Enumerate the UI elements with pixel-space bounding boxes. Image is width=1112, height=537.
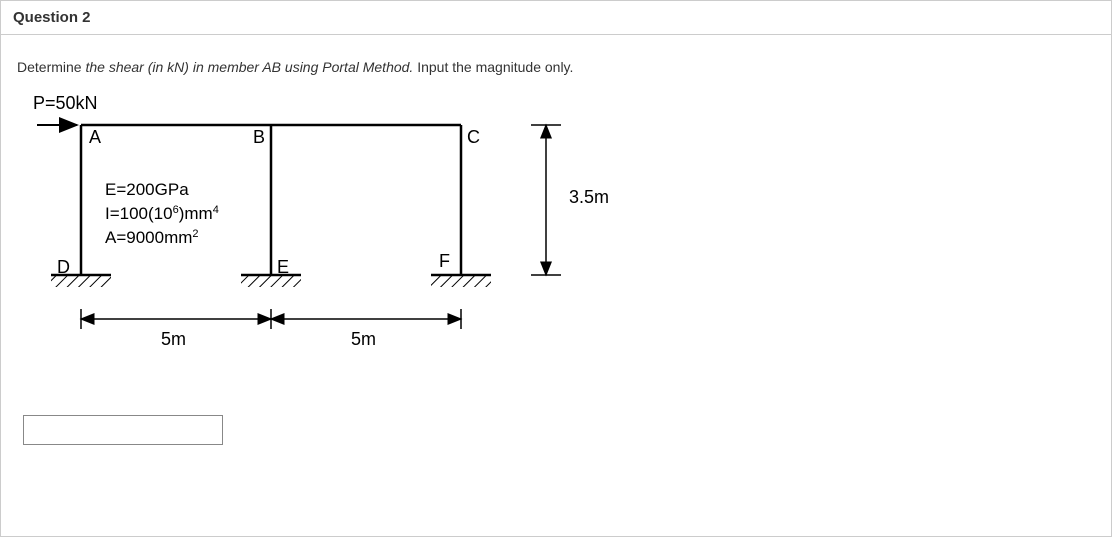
answer-row: [23, 415, 1095, 445]
node-e: E: [277, 257, 289, 277]
node-d: D: [57, 257, 70, 277]
dim-height: 3.5m: [569, 187, 609, 207]
answer-input[interactable]: [23, 415, 223, 445]
dim-span2: 5m: [351, 329, 376, 349]
prompt-emphasis: the shear (in kN) in member AB using Por…: [85, 59, 413, 75]
frame-members: [81, 125, 461, 275]
horizontal-dimensions: 5m 5m: [81, 309, 461, 349]
prompt-post: Input the magnitude only.: [413, 59, 573, 75]
supports: [51, 275, 491, 287]
node-labels: A B C D E F: [57, 127, 480, 277]
question-body: Determine the shear (in kN) in member AB…: [1, 35, 1111, 469]
node-c: C: [467, 127, 480, 147]
prop-a: A=9000mm2: [105, 228, 199, 247]
vertical-dimension: 3.5m: [531, 125, 609, 275]
applied-load: P=50kN: [33, 95, 98, 125]
question-container: Question 2 Determine the shear (in kN) i…: [0, 0, 1112, 537]
question-header: Question 2: [1, 1, 1111, 35]
question-title: Question 2: [13, 9, 91, 26]
dim-span1: 5m: [161, 329, 186, 349]
section-properties: E=200GPa I=100(106)mm4 A=9000mm2: [105, 180, 219, 247]
prop-i: I=100(106)mm4: [105, 204, 219, 223]
node-b: B: [253, 127, 265, 147]
prop-e: E=200GPa: [105, 180, 189, 199]
node-a: A: [89, 127, 101, 147]
question-prompt: Determine the shear (in kN) in member AB…: [17, 59, 1095, 75]
prompt-pre: Determine: [17, 59, 85, 75]
load-label: P=50kN: [33, 95, 98, 113]
node-f: F: [439, 251, 450, 271]
diagram-svg: P=50kN A B C D E F E=200GPa I=100(106)mm…: [21, 95, 641, 395]
structural-diagram: P=50kN A B C D E F E=200GPa I=100(106)mm…: [21, 95, 641, 385]
